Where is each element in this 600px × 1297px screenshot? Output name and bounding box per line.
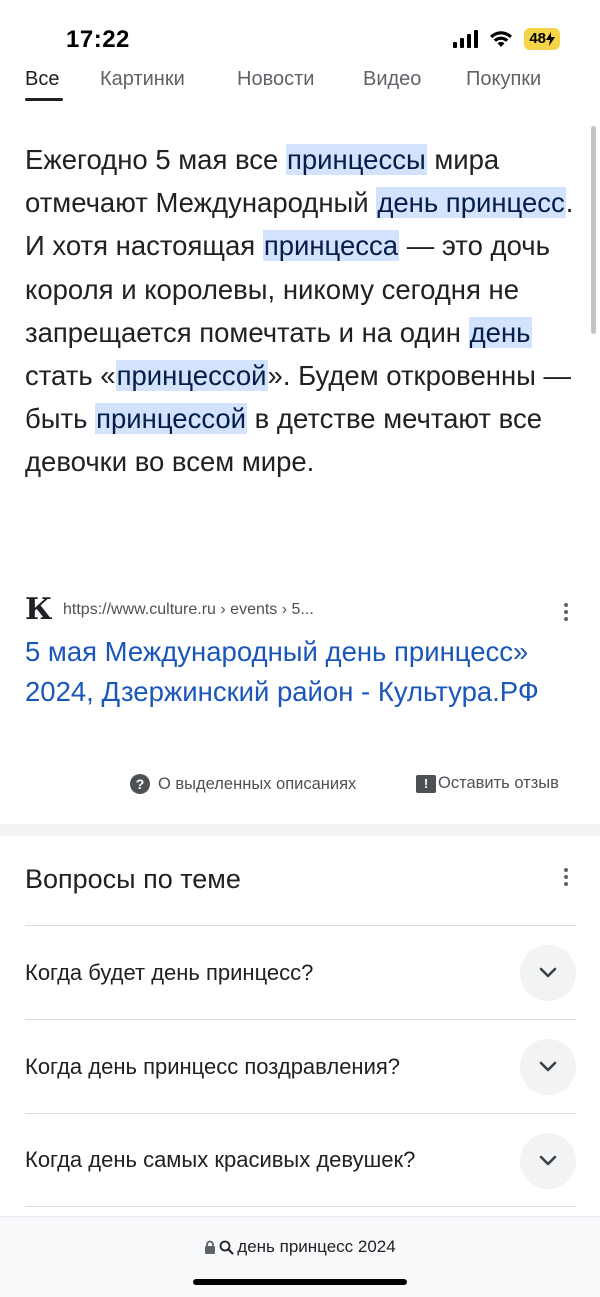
snippet-text: Ежегодно 5 мая все xyxy=(25,144,286,175)
cellular-signal-icon xyxy=(453,30,479,48)
feedback-button[interactable]: ! Оставить отзыв xyxy=(416,774,559,793)
related-question-item[interactable]: Когда будет день принцесс? xyxy=(25,925,576,1019)
snippet-highlight: принцесса xyxy=(262,230,400,262)
expand-button[interactable] xyxy=(520,1039,576,1095)
related-questions-list: Когда будет день принцесс? Когда день пр… xyxy=(25,925,576,1207)
chevron-down-icon xyxy=(539,1061,557,1072)
tab-all[interactable]: Все xyxy=(25,68,59,91)
related-questions-title: Вопросы по теме xyxy=(25,864,241,894)
related-question-item[interactable]: Когда день принцесс поздравления? xyxy=(25,1019,576,1113)
active-tab-indicator xyxy=(25,98,63,101)
lock-icon xyxy=(205,1240,216,1254)
site-favicon: К xyxy=(25,592,53,627)
status-icons: 48 xyxy=(453,28,560,50)
search-query: день принцесс 2024 xyxy=(237,1237,396,1256)
status-bar: 17:22 48 xyxy=(0,0,600,60)
snippet-highlight: день принцесс xyxy=(376,187,566,219)
chevron-down-icon xyxy=(539,967,557,978)
question-text: Когда день самых красивых девушек? xyxy=(25,1147,416,1172)
section-divider xyxy=(0,824,600,836)
related-questions-more-icon[interactable] xyxy=(556,865,576,889)
charging-bolt-icon xyxy=(546,32,555,46)
search-icon xyxy=(219,1240,234,1254)
related-question-item[interactable]: Когда день самых красивых девушек? xyxy=(25,1113,576,1207)
snippet-highlight: принцессой xyxy=(95,403,248,435)
question-text: Когда день принцесс поздравления? xyxy=(25,1053,401,1079)
chevron-down-icon xyxy=(539,1155,557,1166)
page-scrollbar[interactable] xyxy=(591,126,596,334)
battery-level: 48 xyxy=(529,30,546,47)
feedback-icon: ! xyxy=(416,774,436,793)
tab-video[interactable]: Видео xyxy=(363,68,421,91)
result-title-link[interactable]: 5 мая Международный день принцесс» 2024,… xyxy=(25,632,585,712)
help-icon: ? xyxy=(130,774,150,794)
snippet-text: стать « xyxy=(25,360,116,392)
result-source[interactable]: К https://www.culture.ru › events › 5... xyxy=(25,594,580,626)
tab-images[interactable]: Картинки xyxy=(100,68,185,91)
feedback-label: Оставить отзыв xyxy=(438,774,559,792)
featured-snippet-footer: ? О выделенных описаниях ! Оставить отзы… xyxy=(0,774,600,800)
tab-shopping[interactable]: Покупки xyxy=(466,68,541,91)
expand-button[interactable] xyxy=(520,945,576,1001)
result-url[interactable]: https://www.culture.ru › events › 5... xyxy=(63,601,314,619)
search-tabs: Все Картинки Новости Видео Покупки xyxy=(0,60,600,104)
browser-bottom-bar: день принцесс 2024 xyxy=(0,1216,600,1297)
wifi-icon xyxy=(490,31,513,47)
expand-button[interactable] xyxy=(520,1133,576,1189)
about-label: О выделенных описаниях xyxy=(158,774,357,793)
snippet-highlight: принцессой xyxy=(115,360,268,392)
result-more-options-icon[interactable] xyxy=(556,600,576,624)
about-featured-snippets-link[interactable]: ? О выделенных описаниях xyxy=(130,774,356,794)
status-time: 17:22 xyxy=(66,26,130,53)
home-indicator[interactable] xyxy=(193,1279,407,1285)
address-bar[interactable]: день принцесс 2024 xyxy=(0,1237,600,1257)
featured-snippet-text: Ежегодно 5 мая все принцессы мира отмеча… xyxy=(25,138,580,484)
battery-indicator: 48 xyxy=(524,28,560,50)
question-text: Когда будет день принцесс? xyxy=(25,959,314,985)
tab-news[interactable]: Новости xyxy=(237,68,314,91)
snippet-highlight: день xyxy=(468,316,532,348)
snippet-highlight: принцессы xyxy=(285,144,427,175)
